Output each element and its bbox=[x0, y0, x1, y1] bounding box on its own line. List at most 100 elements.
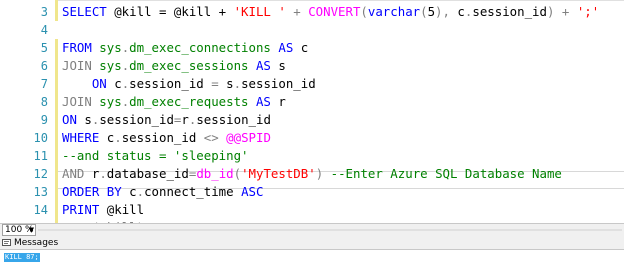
line-number: 5 bbox=[40, 41, 48, 55]
code-token: ( bbox=[360, 4, 368, 19]
code-token: --and status = 'sleeping' bbox=[62, 148, 249, 163]
code-token: ';' bbox=[576, 4, 600, 19]
query-editor[interactable]: 3456789101112131415 SELECT @kill = @kill… bbox=[0, 0, 624, 223]
code-token: CONVERT bbox=[308, 4, 361, 19]
chevron-down-icon: ▼ bbox=[28, 226, 34, 234]
code-token: AS bbox=[270, 40, 294, 55]
code-token: @kill bbox=[99, 202, 145, 217]
code-token: r bbox=[270, 94, 286, 109]
code-token: session_id bbox=[472, 4, 547, 19]
code-token: sys bbox=[91, 94, 122, 109]
code-line[interactable]: ORDER BY c.connect_time ASC bbox=[62, 183, 624, 201]
code-token: . bbox=[233, 76, 242, 91]
code-token: database_id bbox=[106, 166, 189, 181]
code-token: sys bbox=[91, 40, 122, 55]
code-token: 5 bbox=[427, 4, 436, 19]
code-token: + bbox=[285, 4, 309, 19]
code-token: PRINT bbox=[62, 202, 100, 217]
code-token: @kill = @kill + bbox=[106, 4, 234, 19]
line-number: 11 bbox=[33, 149, 48, 163]
code-token: WHERE bbox=[62, 130, 100, 145]
line-number: 6 bbox=[40, 59, 48, 73]
line-number: 12 bbox=[33, 167, 48, 181]
code-token: s bbox=[76, 112, 92, 127]
code-token: r bbox=[84, 166, 100, 181]
code-token: c bbox=[449, 4, 465, 19]
code-token: @@SPID bbox=[226, 130, 271, 145]
scrollbar-track bbox=[38, 229, 622, 231]
line-number: 10 bbox=[33, 131, 48, 145]
code-token: . bbox=[136, 184, 145, 199]
code-line[interactable]: WHERE c.session_id <> @@SPID bbox=[62, 129, 624, 147]
code-token: session_id bbox=[129, 76, 204, 91]
code-line[interactable]: ON c.session_id = s.session_id bbox=[62, 75, 624, 93]
code-token: c bbox=[121, 184, 137, 199]
zoom-dropdown[interactable]: 100 % ▼ bbox=[2, 224, 36, 236]
line-number: 7 bbox=[40, 77, 48, 91]
line-number: 4 bbox=[40, 23, 48, 37]
code-token: + bbox=[554, 4, 577, 19]
code-line[interactable]: SELECT @kill = @kill + 'KILL ' + CONVERT… bbox=[62, 3, 624, 21]
code-token: . bbox=[114, 130, 122, 145]
code-token: ON bbox=[62, 76, 107, 91]
line-number: 9 bbox=[40, 113, 48, 127]
code-token: SELECT bbox=[62, 4, 107, 19]
code-token: db_id bbox=[196, 166, 234, 181]
code-line[interactable]: PRINT @kill bbox=[62, 201, 624, 219]
code-token: c bbox=[99, 130, 115, 145]
code-token: s bbox=[270, 58, 286, 73]
code-line[interactable]: FROM sys.dm_exec_connections AS c bbox=[62, 39, 624, 57]
code-line[interactable]: ON s.session_id=r.session_id bbox=[62, 111, 624, 129]
tab-messages[interactable]: Messages bbox=[2, 236, 62, 250]
code-token: ASC bbox=[233, 184, 264, 199]
messages-pane[interactable]: KILL 87; bbox=[0, 250, 624, 267]
code-token: varchar bbox=[367, 4, 421, 19]
change-tracking-bar bbox=[55, 0, 58, 223]
horizontal-scrollbar[interactable] bbox=[38, 225, 622, 235]
code-line[interactable]: JOIN sys.dm_exec_requests AS r bbox=[62, 93, 624, 111]
change-bar-gap bbox=[55, 21, 58, 39]
code-token: ), bbox=[435, 4, 450, 19]
code-token: ( bbox=[233, 166, 242, 181]
code-token: 'MyTestDB' bbox=[241, 166, 316, 181]
messages-icon bbox=[2, 239, 11, 246]
results-tabs: Messages bbox=[0, 236, 624, 250]
code-token: s bbox=[226, 76, 234, 91]
code-token: AS bbox=[248, 94, 271, 109]
line-number-gutter: 3456789101112131415 bbox=[0, 0, 58, 223]
line-number: 8 bbox=[40, 95, 48, 109]
code-line[interactable]: AND r.database_id=db_id('MyTestDB') --En… bbox=[62, 165, 624, 183]
code-token: JOIN bbox=[62, 94, 92, 109]
code-token: dm_exec_sessions bbox=[129, 58, 249, 73]
code-token: session_id bbox=[121, 130, 197, 145]
message-output[interactable]: KILL 87; bbox=[4, 253, 40, 262]
code-token: AS bbox=[248, 58, 271, 73]
code-area[interactable]: SELECT @kill = @kill + 'KILL ' + CONVERT… bbox=[62, 0, 624, 223]
code-token: <> bbox=[196, 130, 227, 145]
code-token: = bbox=[203, 76, 227, 91]
tab-messages-label: Messages bbox=[14, 238, 59, 248]
code-token: connect_time bbox=[144, 184, 234, 199]
code-token: AND bbox=[62, 166, 85, 181]
line-number: 14 bbox=[33, 203, 48, 217]
code-token: dm_exec_connections bbox=[129, 40, 271, 55]
editor-status-bar: 100 % ▼ bbox=[0, 223, 624, 236]
code-line[interactable]: JOIN sys.dm_exec_sessions AS s bbox=[62, 57, 624, 75]
code-token: c bbox=[106, 76, 122, 91]
code-token: ON bbox=[62, 112, 77, 127]
line-number: 3 bbox=[40, 5, 48, 19]
code-line[interactable]: --and status = 'sleeping' bbox=[62, 147, 624, 165]
code-token: --Enter Azure SQL Database Name bbox=[323, 166, 562, 181]
code-token: 'KILL ' bbox=[233, 4, 286, 19]
code-token: FROM bbox=[62, 40, 92, 55]
code-token: dm_exec_requests bbox=[129, 94, 249, 109]
code-token: session_id bbox=[196, 112, 271, 127]
code-token: session_id bbox=[99, 112, 174, 127]
code-token: session_id bbox=[241, 76, 316, 91]
code-token: ( bbox=[420, 4, 428, 19]
code-token: JOIN bbox=[62, 58, 92, 73]
line-number: 13 bbox=[33, 185, 48, 199]
code-token: r bbox=[181, 112, 189, 127]
code-token: ORDER BY bbox=[62, 184, 122, 199]
code-line[interactable] bbox=[62, 21, 624, 39]
